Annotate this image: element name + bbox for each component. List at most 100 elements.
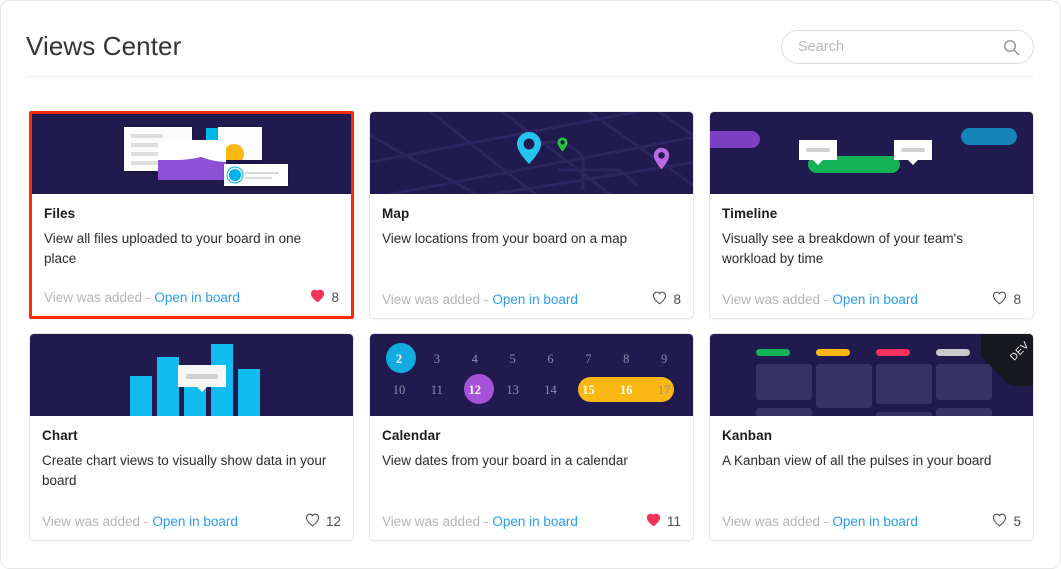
heart-filled-icon[interactable] [646, 513, 661, 530]
chart-bar-2 [157, 357, 179, 416]
chart-thumbnail [30, 334, 353, 416]
calendar-day: 10 [392, 383, 406, 397]
chart-card-body: Chart Create chart views to visually sho… [30, 416, 353, 540]
timeline-card-body: Timeline Visually see a breakdown of you… [710, 194, 1033, 318]
calendar-day: 5 [509, 352, 516, 366]
open-in-board-link[interactable]: Open in board [152, 514, 238, 529]
open-in-board-link[interactable]: Open in board [832, 292, 918, 307]
map-card-body: Map View locations from your board on a … [370, 194, 693, 318]
card-title: Chart [42, 428, 78, 443]
like-group[interactable]: 8 [652, 291, 681, 308]
calendar-thumbnail: 2 3 4 5 6 7 8 9 10 11 12 13 14 15 16 17 [370, 334, 693, 416]
timeline-tooltip-right [894, 140, 932, 160]
kanban-label-yellow [816, 349, 850, 356]
dev-ribbon-label: DEV [1008, 339, 1032, 364]
calendar-day: 17 [657, 383, 671, 397]
chart-bar-1 [130, 376, 152, 416]
calendar-row-2: 10 11 12 13 14 15 16 17 [380, 374, 683, 406]
heart-outline-icon[interactable] [992, 291, 1007, 308]
card-title: Map [382, 206, 410, 221]
like-count: 8 [673, 292, 681, 307]
status-text: View was added - [722, 514, 829, 529]
contact-card-icon [224, 164, 288, 186]
kanban-label-red [876, 349, 910, 356]
kanban-card-body: Kanban A Kanban view of all the pulses i… [710, 416, 1033, 540]
calendar-day: 14 [544, 383, 557, 397]
map-thumbnail [370, 112, 693, 194]
timeline-bar-purple [710, 131, 760, 148]
open-in-board-link[interactable]: Open in board [154, 290, 240, 305]
timeline-thumbnail [710, 112, 1033, 194]
heart-outline-icon[interactable] [652, 291, 667, 308]
calendar-day: 2 [395, 352, 403, 366]
card-description: A Kanban view of all the pulses in your … [722, 453, 992, 468]
status-text: View was added - [44, 290, 151, 305]
heart-outline-icon[interactable] [305, 513, 320, 530]
kanban-column-3 [876, 349, 932, 416]
view-card-chart[interactable]: Chart Create chart views to visually sho… [29, 333, 354, 541]
kanban-thumbnail: DEV [710, 334, 1033, 416]
calendar-day: 13 [506, 383, 519, 397]
card-description: Visually see a breakdown of your team's … [722, 231, 963, 266]
calendar-card-body: Calendar View dates from your board in a… [370, 416, 693, 540]
calendar-grid: 2 3 4 5 6 7 8 9 10 11 12 13 14 15 16 17 [370, 334, 693, 416]
calendar-day: 3 [433, 352, 440, 366]
card-footer: View was added - Open in board 12 [42, 513, 341, 530]
calendar-day: 8 [623, 352, 630, 366]
view-card-calendar[interactable]: 2 3 4 5 6 7 8 9 10 11 12 13 14 15 16 17 … [369, 333, 694, 541]
calendar-day: 15 [582, 383, 595, 397]
map-pin-green-icon [557, 137, 568, 152]
calendar-day: 12 [468, 383, 481, 397]
card-description: Create chart views to visually show data… [42, 453, 327, 488]
kanban-column-1 [756, 349, 812, 416]
views-grid: Files View all files uploaded to your bo… [29, 111, 1034, 541]
kanban-card [936, 408, 992, 416]
like-group[interactable]: 5 [992, 513, 1021, 530]
kanban-label-gray [936, 349, 970, 356]
kanban-label-green [756, 349, 790, 356]
open-in-board-link[interactable]: Open in board [492, 292, 578, 307]
kanban-card [756, 408, 812, 416]
files-thumbnail [32, 114, 351, 194]
calendar-day: 4 [471, 352, 478, 366]
card-description: View locations from your board on a map [382, 231, 628, 246]
view-card-files[interactable]: Files View all files uploaded to your bo… [29, 111, 354, 319]
calendar-day: 7 [585, 352, 592, 366]
heart-outline-icon[interactable] [992, 513, 1007, 530]
contact-lines [245, 171, 279, 179]
view-card-timeline[interactable]: Timeline Visually see a breakdown of you… [709, 111, 1034, 319]
card-description: View dates from your board in a calendar [382, 453, 628, 468]
card-title: Timeline [722, 206, 778, 221]
view-card-kanban[interactable]: DEV Kanban A Kanban view of all the puls… [709, 333, 1034, 541]
dev-ribbon: DEV [981, 334, 1033, 386]
open-in-board-link[interactable]: Open in board [832, 514, 918, 529]
like-group[interactable]: 12 [305, 513, 341, 530]
like-count: 8 [331, 290, 339, 305]
search-icon[interactable] [1003, 39, 1020, 61]
status-text: View was added - [42, 514, 149, 529]
views-center-page: Views Center Search Files View all files… [0, 0, 1061, 569]
calendar-day: 16 [619, 383, 633, 397]
image-file-icon [158, 140, 226, 180]
search-input[interactable] [796, 30, 1001, 63]
card-footer: View was added - Open in board 11 [382, 513, 681, 530]
card-footer: View was added - Open in board 8 [722, 291, 1021, 308]
like-group[interactable]: 8 [310, 289, 339, 306]
calendar-day: 9 [660, 352, 668, 366]
page-header: Views Center [26, 19, 1034, 77]
like-group[interactable]: 11 [646, 513, 681, 530]
page-title: Views Center [26, 30, 182, 61]
search-box[interactable] [781, 29, 1034, 64]
like-count: 11 [666, 514, 681, 529]
calendar-row-1: 2 3 4 5 6 7 8 9 [380, 343, 683, 375]
heart-filled-icon[interactable] [310, 289, 325, 306]
like-group[interactable]: 8 [992, 291, 1021, 308]
calendar-day: 11 [430, 383, 443, 397]
timeline-tooltip-left [799, 140, 837, 160]
card-title: Kanban [722, 428, 773, 443]
like-count: 12 [325, 514, 341, 529]
kanban-column-2 [816, 349, 872, 416]
open-in-board-link[interactable]: Open in board [492, 514, 578, 529]
view-card-map[interactable]: Map View locations from your board on a … [369, 111, 694, 319]
card-footer: View was added - Open in board 8 [44, 289, 339, 306]
